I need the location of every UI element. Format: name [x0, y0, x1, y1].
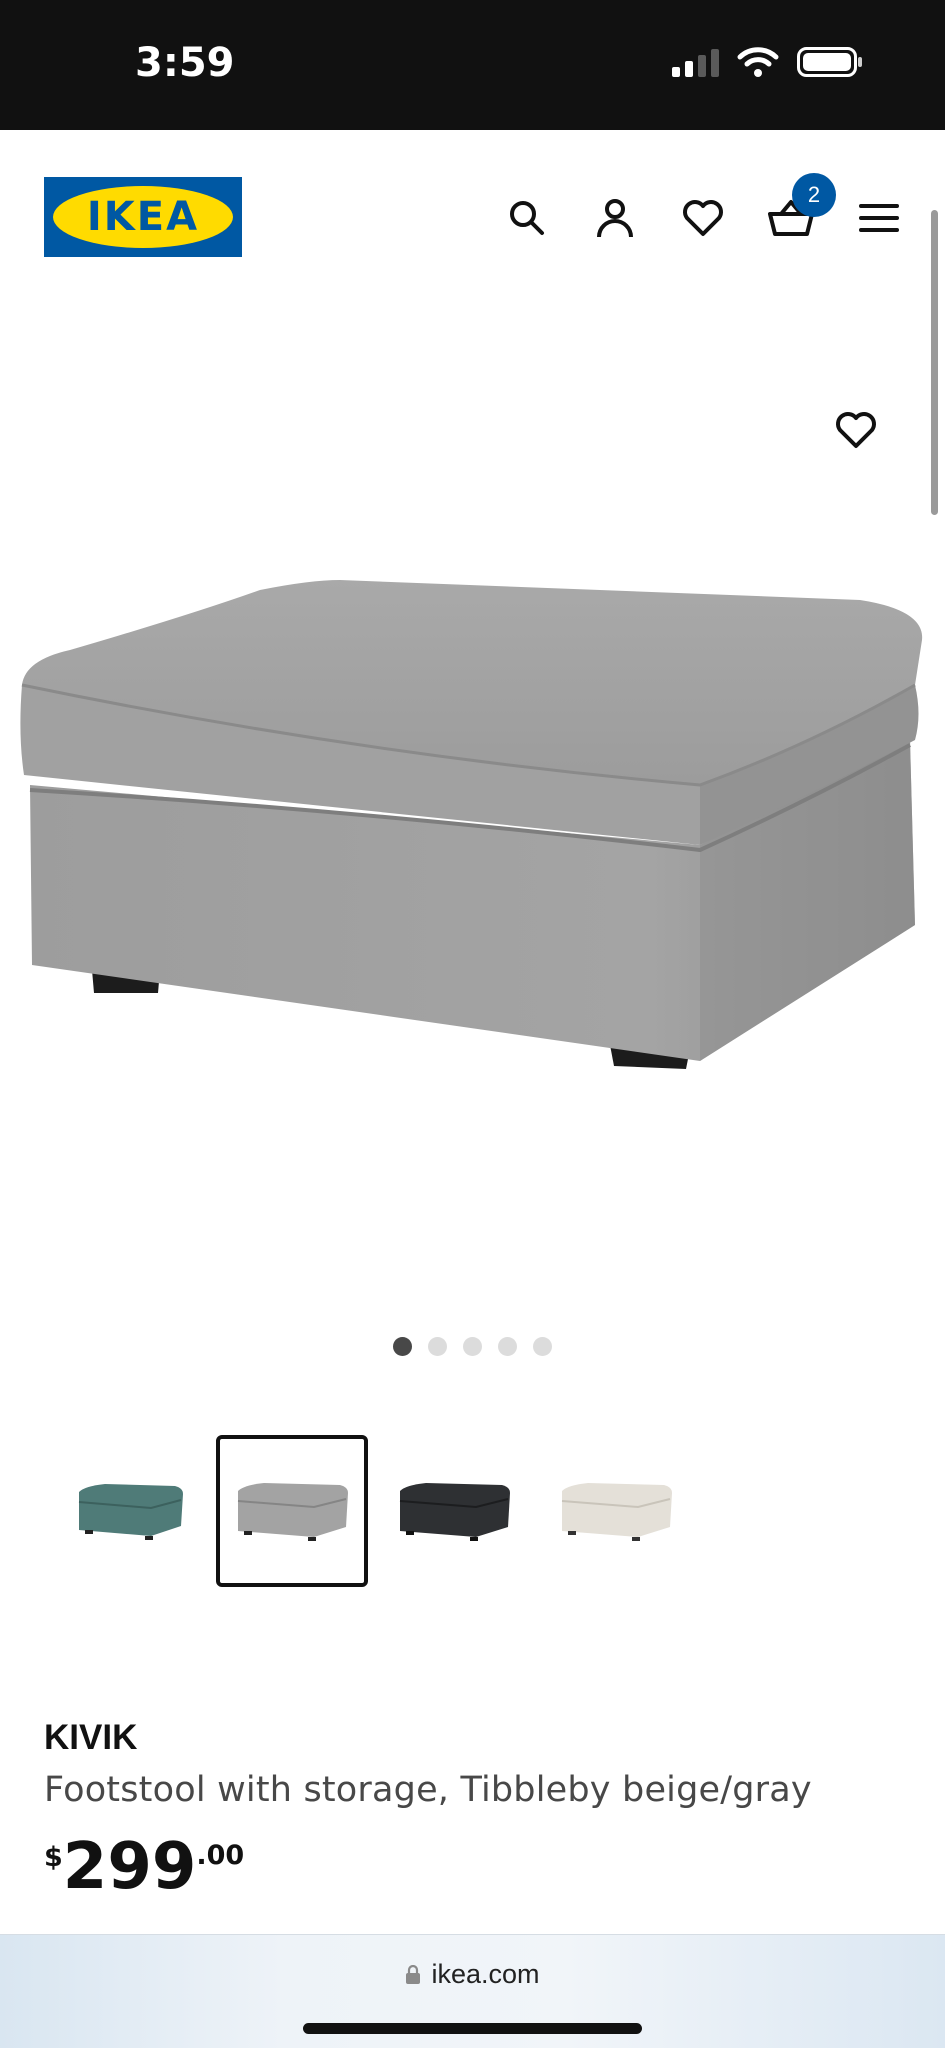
cart-count-badge: 2 [792, 173, 836, 217]
product-image [20, 580, 923, 1069]
variant-teal[interactable] [54, 1435, 206, 1587]
pagination-dot[interactable] [533, 1337, 552, 1356]
battery-icon [797, 47, 862, 77]
search-icon[interactable] [497, 188, 557, 248]
product-price: $ 299 .00 [44, 1830, 244, 1904]
url-text: ikea.com [431, 1959, 540, 1989]
heart-icon[interactable] [673, 188, 733, 248]
price-currency: $ [44, 1842, 63, 1873]
pagination-dot[interactable] [428, 1337, 447, 1356]
home-indicator[interactable] [303, 2023, 642, 2034]
ikea-logo[interactable]: IKEA [44, 177, 242, 257]
gallery-pagination[interactable] [0, 1337, 945, 1356]
product-name: KIVIK [44, 1718, 138, 1757]
pagination-dot[interactable] [463, 1337, 482, 1356]
status-icons [672, 46, 863, 78]
signal-icon [672, 47, 719, 77]
variant-gray-thumbnail [237, 1483, 348, 1541]
account-icon[interactable] [585, 188, 645, 248]
variant-beige-thumbnail [561, 1483, 672, 1541]
variant-teal-thumbnail [78, 1484, 183, 1540]
lock-icon [406, 1964, 421, 1984]
product-description: Footstool with storage, Tibbleby beige/g… [44, 1770, 812, 1810]
price-decimal: .00 [196, 1840, 245, 1871]
status-bar: 3:59 [0, 0, 945, 130]
url-display[interactable]: ikea.com [0, 1959, 945, 1990]
favorite-heart-icon[interactable] [826, 400, 886, 460]
variant-beige[interactable] [540, 1435, 692, 1587]
variant-dark[interactable] [378, 1435, 530, 1587]
color-variants [54, 1435, 692, 1587]
status-time: 3:59 [135, 40, 235, 86]
variant-gray[interactable] [216, 1435, 368, 1587]
site-header: IKEA 2 [0, 130, 945, 305]
product-gallery[interactable] [0, 305, 945, 1335]
wifi-icon [737, 47, 779, 77]
browser-address-bar[interactable]: ikea.com [0, 1934, 945, 2048]
variant-dark-thumbnail [399, 1483, 510, 1541]
pagination-dot[interactable] [498, 1337, 517, 1356]
logo-text: IKEA [86, 194, 200, 240]
menu-icon[interactable] [849, 188, 909, 248]
price-integer: 299 [62, 1830, 197, 1904]
pagination-dot[interactable] [393, 1337, 412, 1356]
